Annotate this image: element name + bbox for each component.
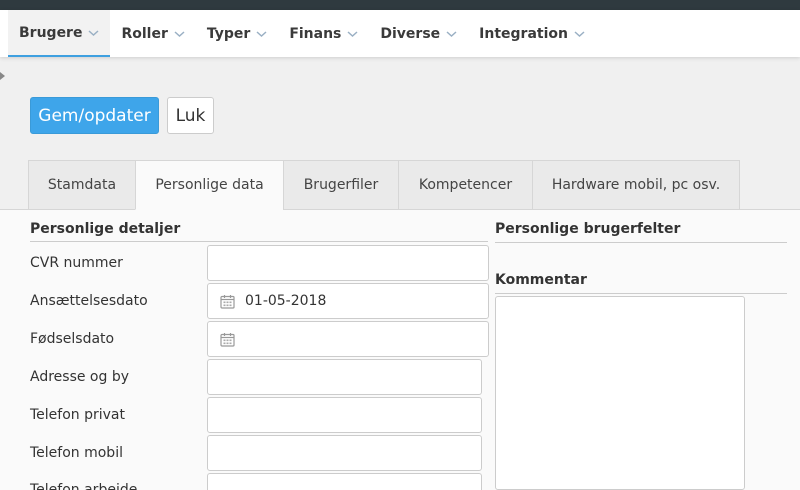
chevron-down-icon (574, 30, 585, 37)
phone-work-input[interactable] (207, 473, 482, 490)
nav-item-brugere[interactable]: Brugere (8, 10, 111, 57)
nav-item-diverse[interactable]: Diverse (369, 10, 468, 57)
main-navbar: Brugere Roller Typer Finans Diverse Inte… (0, 10, 800, 57)
tab-personlige-data[interactable]: Personlige data (135, 160, 284, 210)
top-strip (0, 0, 800, 10)
nav-item-label: Brugere (19, 24, 83, 41)
phone-private-label: Telefon privat (30, 407, 125, 423)
section-divider (30, 241, 488, 242)
birth-date-label: Fødselsdato (30, 331, 115, 347)
employment-date-label: Ansættelsesdato (30, 293, 148, 309)
save-update-button[interactable]: Gem/opdater (30, 97, 159, 134)
tab-bar: Stamdata Personlige data Brugerfiler Kom… (28, 160, 740, 210)
tab-label: Hardware mobil, pc osv. (551, 177, 721, 193)
personal-details-title: Personlige detaljer (30, 221, 181, 237)
chevron-down-icon (256, 30, 267, 37)
address-input[interactable] (207, 359, 482, 395)
calendar-icon (220, 332, 235, 347)
nav-item-label: Diverse (380, 25, 441, 42)
tab-label: Personlige data (155, 177, 264, 193)
nav-item-label: Roller (121, 25, 168, 42)
phone-mobile-label: Telefon mobil (30, 445, 123, 461)
tab-brugerfiler[interactable]: Brugerfiler (283, 160, 399, 210)
sidebar-toggle-arrow-icon[interactable] (0, 72, 5, 80)
birth-date-input[interactable] (207, 321, 489, 357)
user-fields-title: Personlige brugerfelter (495, 221, 681, 237)
tab-label: Brugerfiler (303, 177, 379, 193)
chevron-down-icon (174, 30, 185, 37)
nav-item-label: Finans (289, 25, 342, 42)
comment-title: Kommentar (495, 272, 587, 288)
section-divider (495, 293, 787, 294)
chevron-down-icon (88, 29, 99, 36)
employment-date-input[interactable]: 01-05-2018 (207, 283, 489, 319)
tab-stamdata[interactable]: Stamdata (28, 160, 136, 210)
close-button[interactable]: Luk (167, 97, 214, 134)
phone-private-input[interactable] (207, 397, 482, 433)
nav-item-integration[interactable]: Integration (468, 10, 596, 57)
nav-item-label: Integration (479, 25, 568, 42)
phone-work-label: Telefon arbejde (30, 482, 138, 490)
address-label: Adresse og by (30, 369, 130, 385)
nav-item-roller[interactable]: Roller (110, 10, 195, 57)
nav-item-finans[interactable]: Finans (278, 10, 369, 57)
cvr-label: CVR nummer (30, 255, 123, 271)
tab-label: Kompetencer (418, 177, 513, 193)
cvr-input[interactable] (207, 245, 489, 281)
section-divider (495, 242, 787, 243)
nav-item-typer[interactable]: Typer (196, 10, 278, 57)
nav-item-label: Typer (206, 25, 251, 42)
chevron-down-icon (446, 30, 457, 37)
tab-kompetencer[interactable]: Kompetencer (398, 160, 533, 210)
tab-hardware[interactable]: Hardware mobil, pc osv. (532, 160, 740, 210)
phone-mobile-input[interactable] (207, 435, 482, 471)
comment-textarea[interactable] (495, 296, 745, 490)
employment-date-value: 01-05-2018 (245, 293, 327, 309)
chevron-down-icon (347, 30, 358, 37)
calendar-icon (220, 294, 235, 309)
tab-label: Stamdata (47, 177, 117, 193)
